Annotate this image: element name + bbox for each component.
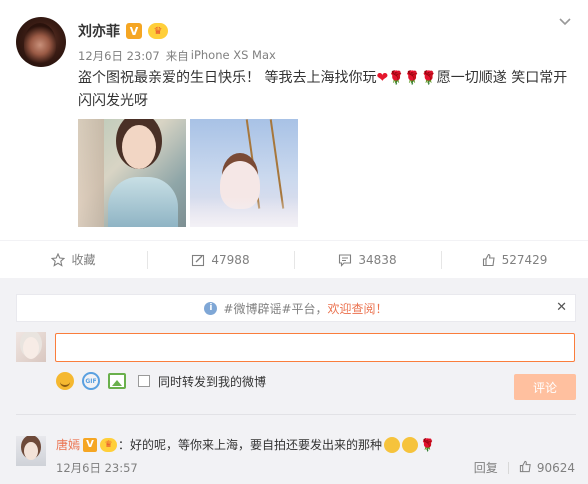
notice-text: #微博辟谣#平台， <box>223 301 328 316</box>
star-icon <box>51 252 66 267</box>
comment-like-button[interactable]: 90624 <box>519 460 575 476</box>
emoji-icon <box>384 436 401 453</box>
post-date[interactable]: 12月6日 23:07 <box>78 48 160 64</box>
weibo-post: 刘亦菲 V ♛ 12月6日 23:07 来自 iPhone XS Max 盗个图… <box>0 0 588 240</box>
commenter-name[interactable]: 唐嫣 <box>56 436 80 453</box>
repost-checkbox[interactable] <box>138 375 150 387</box>
post-photo[interactable] <box>190 119 298 227</box>
post-text: 盗个图祝最亲爱的生日快乐！ 等我去上海找你玩❤🌹🌹🌹愿一切顺遂 笑口常开闪闪发光… <box>78 67 578 113</box>
emoji-icon <box>402 436 419 453</box>
comment-time: 12月6日 23:57 <box>56 461 138 475</box>
like-button[interactable]: 527429 <box>441 241 588 278</box>
username[interactable]: 刘亦菲 <box>78 21 120 41</box>
post-meta: 12月6日 23:07 来自 iPhone XS Max <box>78 48 276 64</box>
comment-actions: 回复 90624 <box>474 459 575 476</box>
info-icon: i <box>204 301 218 315</box>
rose-icon: 🌹 <box>420 71 437 86</box>
rose-icon: 🌹 <box>388 71 405 86</box>
commenter-avatar[interactable] <box>16 436 46 466</box>
repost-count: 47988 <box>211 252 250 267</box>
thumbs-up-icon <box>482 253 496 267</box>
source-prefix: 来自 <box>165 49 189 63</box>
submit-comment-button[interactable]: 评论 <box>514 374 576 400</box>
user-avatar[interactable] <box>16 17 66 67</box>
gif-icon[interactable]: GIF <box>82 372 100 390</box>
reply-button[interactable]: 回复 <box>474 459 498 476</box>
photo-grid <box>78 119 298 227</box>
divider <box>16 414 576 415</box>
my-avatar[interactable] <box>16 332 46 362</box>
comment-area: i #微博辟谣#平台， 欢迎查阅！ ✕ GIF 同时转发到我的微博 评论 <box>0 278 588 484</box>
comment-icon <box>338 253 352 267</box>
chevron-down-icon[interactable] <box>558 14 574 30</box>
comment-like-count: 90624 <box>536 460 575 475</box>
comment-count: 34838 <box>358 252 397 267</box>
verified-badge-icon[interactable]: V <box>126 23 142 39</box>
crown-icon[interactable]: ♛ <box>148 23 168 39</box>
notice-link[interactable]: 欢迎查阅！ <box>328 300 388 317</box>
comment-line: 唐嫣 V ♛ ：好的呢，等你来上海，要自拍还要发出来的那种 🌹 <box>56 436 435 453</box>
comment-button[interactable]: 34838 <box>294 241 441 278</box>
repost-icon <box>191 253 205 267</box>
post-text-main: 盗个图祝最亲爱的生日快乐！ 等我去上海找你玩 <box>78 70 377 86</box>
close-icon[interactable]: ✕ <box>556 300 567 315</box>
verified-badge-icon: V <box>83 437 98 452</box>
rose-icon: 🌹 <box>404 71 421 86</box>
favorite-button[interactable]: 收藏 <box>0 241 147 278</box>
repost-button[interactable]: 47988 <box>147 241 294 278</box>
separator <box>507 461 509 474</box>
heart-icon: ❤ <box>376 70 389 86</box>
comment-tools: GIF 同时转发到我的微博 <box>56 372 266 390</box>
thumbs-up-icon <box>519 460 532 476</box>
rose-icon: 🌹 <box>420 437 435 452</box>
favorite-label: 收藏 <box>71 253 96 267</box>
emoji-icon[interactable] <box>56 372 74 390</box>
comment-input[interactable] <box>55 333 575 362</box>
name-row: 刘亦菲 V ♛ <box>78 21 168 41</box>
like-count: 527429 <box>501 252 548 267</box>
post-source: iPhone XS Max <box>190 48 276 62</box>
comment-text: ：好的呢，等你来上海，要自拍还要发出来的那种 <box>118 438 383 452</box>
repost-checkbox-label[interactable]: 同时转发到我的微博 <box>158 373 266 390</box>
crown-icon: ♛ <box>100 437 118 452</box>
image-icon[interactable] <box>108 373 126 389</box>
rumor-notice: i #微博辟谣#平台， 欢迎查阅！ ✕ <box>16 294 576 322</box>
post-action-bar: 收藏 47988 34838 527429 <box>0 240 588 278</box>
post-photo[interactable] <box>78 119 186 227</box>
